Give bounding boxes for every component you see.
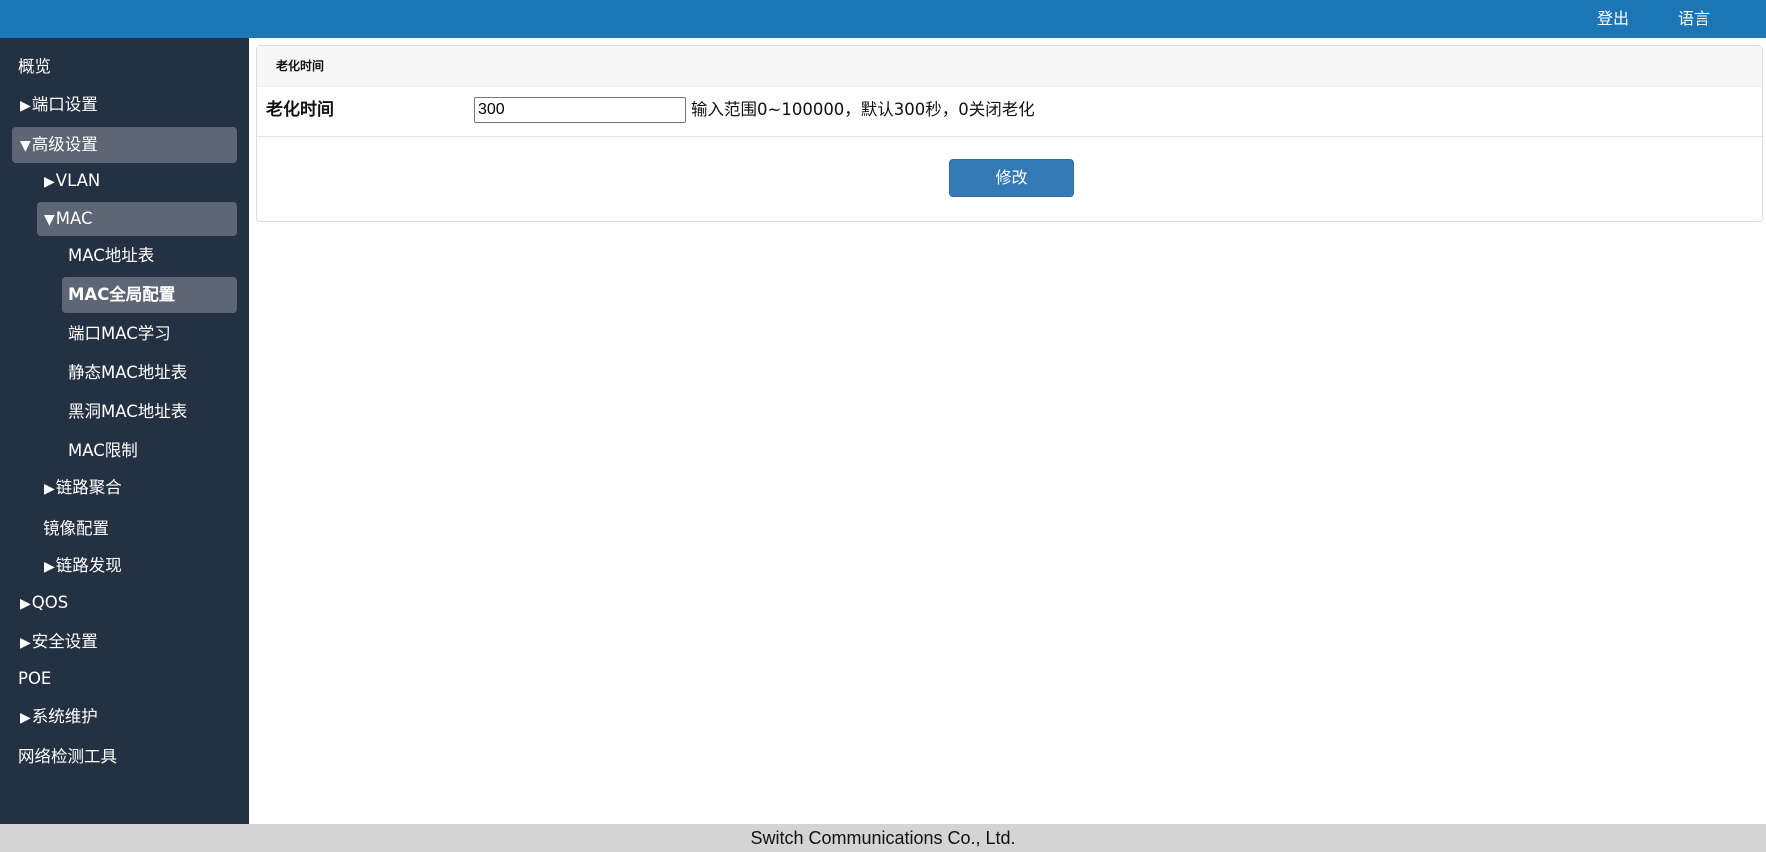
- sidebar-item-label: 高级设置: [31, 135, 98, 154]
- sidebar-item-port-mac-learning[interactable]: 端口MAC学习: [68, 316, 171, 352]
- sidebar-item-mac-limit[interactable]: MAC限制: [68, 433, 138, 469]
- sidebar-item-label: 链路聚合: [55, 478, 122, 497]
- caret-right-icon: ▶: [44, 481, 55, 497]
- sidebar-item-qos[interactable]: ▶QOS: [20, 585, 68, 621]
- sidebar-item-label: 安全设置: [31, 632, 98, 651]
- caret-down-icon: ▼: [44, 212, 55, 228]
- sidebar-item-mac-global-config[interactable]: MAC全局配置: [62, 277, 237, 313]
- sidebar-item-link-aggregation[interactable]: ▶链路聚合: [44, 470, 122, 506]
- sidebar-item-static-mac-table[interactable]: 静态MAC地址表: [68, 355, 187, 391]
- caret-right-icon: ▶: [20, 98, 31, 114]
- sidebar-item-label: 镜像配置: [43, 519, 109, 538]
- caret-right-icon: ▶: [44, 559, 55, 575]
- sidebar-item-overview[interactable]: 概览: [18, 49, 51, 85]
- sidebar-item-link-discovery[interactable]: ▶链路发现: [44, 548, 122, 584]
- sidebar-item-label: 黑洞MAC地址表: [68, 402, 188, 421]
- caret-right-icon: ▶: [20, 710, 31, 726]
- sidebar-item-label: MAC: [55, 209, 93, 228]
- caret-right-icon: ▶: [44, 174, 55, 190]
- sidebar-item-label: 端口MAC学习: [68, 324, 171, 343]
- sidebar-item-advanced-settings[interactable]: ▼高级设置: [12, 127, 237, 163]
- sidebar-item-label: MAC地址表: [68, 246, 155, 265]
- sidebar-item-label: 静态MAC地址表: [68, 363, 188, 382]
- sidebar-item-label: MAC限制: [68, 441, 138, 460]
- sidebar-nav: 概览 ▶端口设置 ▼高级设置 ▶VLAN ▼MAC MAC地址表 MAC全局配置…: [0, 38, 249, 824]
- sidebar-item-label: POE: [18, 669, 52, 688]
- logout-link[interactable]: 登出: [1597, 0, 1629, 38]
- sidebar-item-label: VLAN: [55, 171, 101, 190]
- sidebar-item-label: 端口设置: [31, 95, 98, 114]
- panel-title: 老化时间: [276, 59, 325, 73]
- aging-time-hint: 输入范围0~100000，默认300秒，0关闭老化: [691, 100, 1035, 119]
- top-header: 登出 语言: [0, 0, 1766, 38]
- language-link[interactable]: 语言: [1678, 0, 1710, 38]
- sidebar-item-label: 链路发现: [55, 556, 122, 575]
- sidebar-item-poe[interactable]: POE: [18, 661, 51, 697]
- sidebar-item-security-settings[interactable]: ▶安全设置: [20, 624, 98, 660]
- sidebar-item-label: 概览: [18, 57, 51, 76]
- panel-header: 老化时间: [257, 46, 1762, 87]
- caret-right-icon: ▶: [20, 596, 31, 612]
- aging-time-panel: 老化时间 老化时间 输入范围0~100000，默认300秒，0关闭老化 修改: [256, 45, 1763, 222]
- caret-right-icon: ▶: [20, 635, 31, 651]
- modify-button[interactable]: 修改: [949, 159, 1074, 197]
- sidebar-item-label: MAC全局配置: [68, 285, 176, 304]
- aging-time-input[interactable]: [474, 97, 686, 123]
- footer-copyright: Switch Communications Co., Ltd.: [0, 824, 1766, 852]
- sidebar-item-label: 网络检测工具: [18, 747, 117, 766]
- sidebar-item-label: 系统维护: [31, 707, 98, 726]
- sidebar-item-mirror-config[interactable]: 镜像配置: [43, 511, 109, 547]
- main-content: 老化时间 老化时间 输入范围0~100000，默认300秒，0关闭老化 修改: [249, 38, 1766, 824]
- sidebar-item-label: QOS: [31, 593, 69, 612]
- sidebar-item-vlan[interactable]: ▶VLAN: [44, 163, 100, 199]
- panel-divider: [257, 136, 1762, 137]
- caret-down-icon: ▼: [20, 138, 31, 154]
- aging-time-label: 老化时间: [266, 100, 334, 120]
- sidebar-item-system-maintenance[interactable]: ▶系统维护: [20, 699, 98, 735]
- sidebar-item-port-settings[interactable]: ▶端口设置: [20, 87, 98, 123]
- sidebar-item-blackhole-mac-table[interactable]: 黑洞MAC地址表: [68, 394, 187, 430]
- sidebar-item-mac[interactable]: ▼MAC: [37, 202, 237, 236]
- sidebar-item-network-tools[interactable]: 网络检测工具: [18, 739, 117, 775]
- sidebar-item-mac-address-table[interactable]: MAC地址表: [68, 238, 154, 274]
